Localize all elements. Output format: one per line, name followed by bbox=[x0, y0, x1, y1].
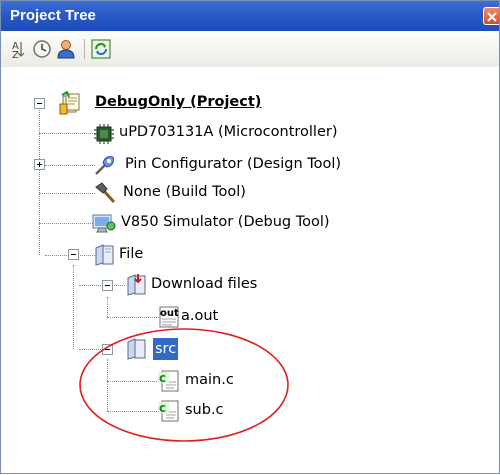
refresh-button[interactable] bbox=[90, 38, 112, 60]
sort-button[interactable]: A Z bbox=[7, 38, 29, 61]
pin-configurator-label: Pin Configurator (Design Tool) bbox=[125, 156, 342, 172]
expand-icon[interactable] bbox=[34, 159, 45, 170]
folder-icon bbox=[95, 244, 114, 266]
tree-item-build-tool[interactable]: None (Build Tool) bbox=[1, 181, 499, 207]
refresh-icon bbox=[91, 39, 111, 59]
chip-icon bbox=[94, 124, 114, 144]
file-label: File bbox=[119, 246, 144, 262]
a-out-label: a.out bbox=[181, 308, 219, 324]
clock-icon bbox=[33, 40, 51, 58]
close-icon bbox=[487, 12, 497, 22]
collapse-icon[interactable] bbox=[34, 98, 45, 109]
main-c-label: main.c bbox=[185, 372, 234, 388]
svg-text:Z: Z bbox=[12, 50, 19, 60]
project-tree-panel: Project Tree A Z DebugOnly (Project) uPD… bbox=[0, 0, 500, 474]
sort-icon: A Z bbox=[12, 41, 25, 61]
project-tree: DebugOnly (Project) uPD703131A (Microcon… bbox=[1, 67, 499, 473]
tree-item-microcontroller[interactable]: uPD703131A (Microcontroller) bbox=[1, 121, 499, 147]
c-text: c bbox=[159, 401, 166, 415]
download-files-label: Download files bbox=[151, 276, 258, 292]
tree-item-sub-c[interactable]: c sub.c bbox=[1, 399, 499, 425]
panel-title: Project Tree bbox=[10, 7, 96, 24]
pin-tool-icon bbox=[95, 156, 114, 175]
user-icon bbox=[57, 40, 75, 59]
toolbar-separator bbox=[84, 39, 85, 59]
tree-item-a-out[interactable]: out a.out bbox=[1, 305, 499, 331]
folder-icon bbox=[127, 338, 146, 360]
project-label: DebugOnly (Project) bbox=[95, 94, 262, 110]
collapse-icon[interactable] bbox=[68, 249, 79, 260]
out-text: out bbox=[160, 308, 179, 319]
collapse-icon[interactable] bbox=[102, 280, 113, 291]
project-icon bbox=[59, 91, 80, 115]
tree-item-debug-tool[interactable]: V850 Simulator (Debug Tool) bbox=[1, 211, 499, 237]
c-text: c bbox=[159, 371, 166, 385]
close-button[interactable] bbox=[483, 7, 499, 25]
tree-item-project[interactable]: DebugOnly (Project) bbox=[1, 91, 499, 117]
tree-item-file[interactable]: File bbox=[1, 243, 499, 269]
user-button[interactable] bbox=[55, 38, 77, 60]
tree-item-src[interactable]: src bbox=[1, 337, 499, 363]
tree-item-main-c[interactable]: c main.c bbox=[1, 369, 499, 395]
tree-item-pin-configurator[interactable]: Pin Configurator (Design Tool) bbox=[1, 153, 499, 179]
c-source-file-icon: c bbox=[158, 400, 179, 422]
history-button[interactable] bbox=[31, 38, 53, 60]
panel-titlebar: Project Tree bbox=[1, 1, 499, 31]
microcontroller-label: uPD703131A (Microcontroller) bbox=[119, 124, 338, 140]
executable-file-icon: out bbox=[159, 306, 179, 328]
sub-c-label: sub.c bbox=[185, 402, 224, 418]
tree-item-download-files[interactable]: Download files bbox=[1, 273, 499, 299]
hammer-icon bbox=[95, 182, 116, 204]
c-source-file-icon: c bbox=[158, 370, 179, 392]
download-folder-icon bbox=[127, 274, 146, 296]
build-tool-label: None (Build Tool) bbox=[123, 184, 246, 200]
toolbar: A Z bbox=[1, 31, 499, 67]
simulator-icon bbox=[92, 214, 116, 233]
collapse-icon[interactable] bbox=[102, 344, 113, 355]
src-label: src bbox=[153, 338, 179, 360]
debug-tool-label: V850 Simulator (Debug Tool) bbox=[121, 214, 330, 230]
